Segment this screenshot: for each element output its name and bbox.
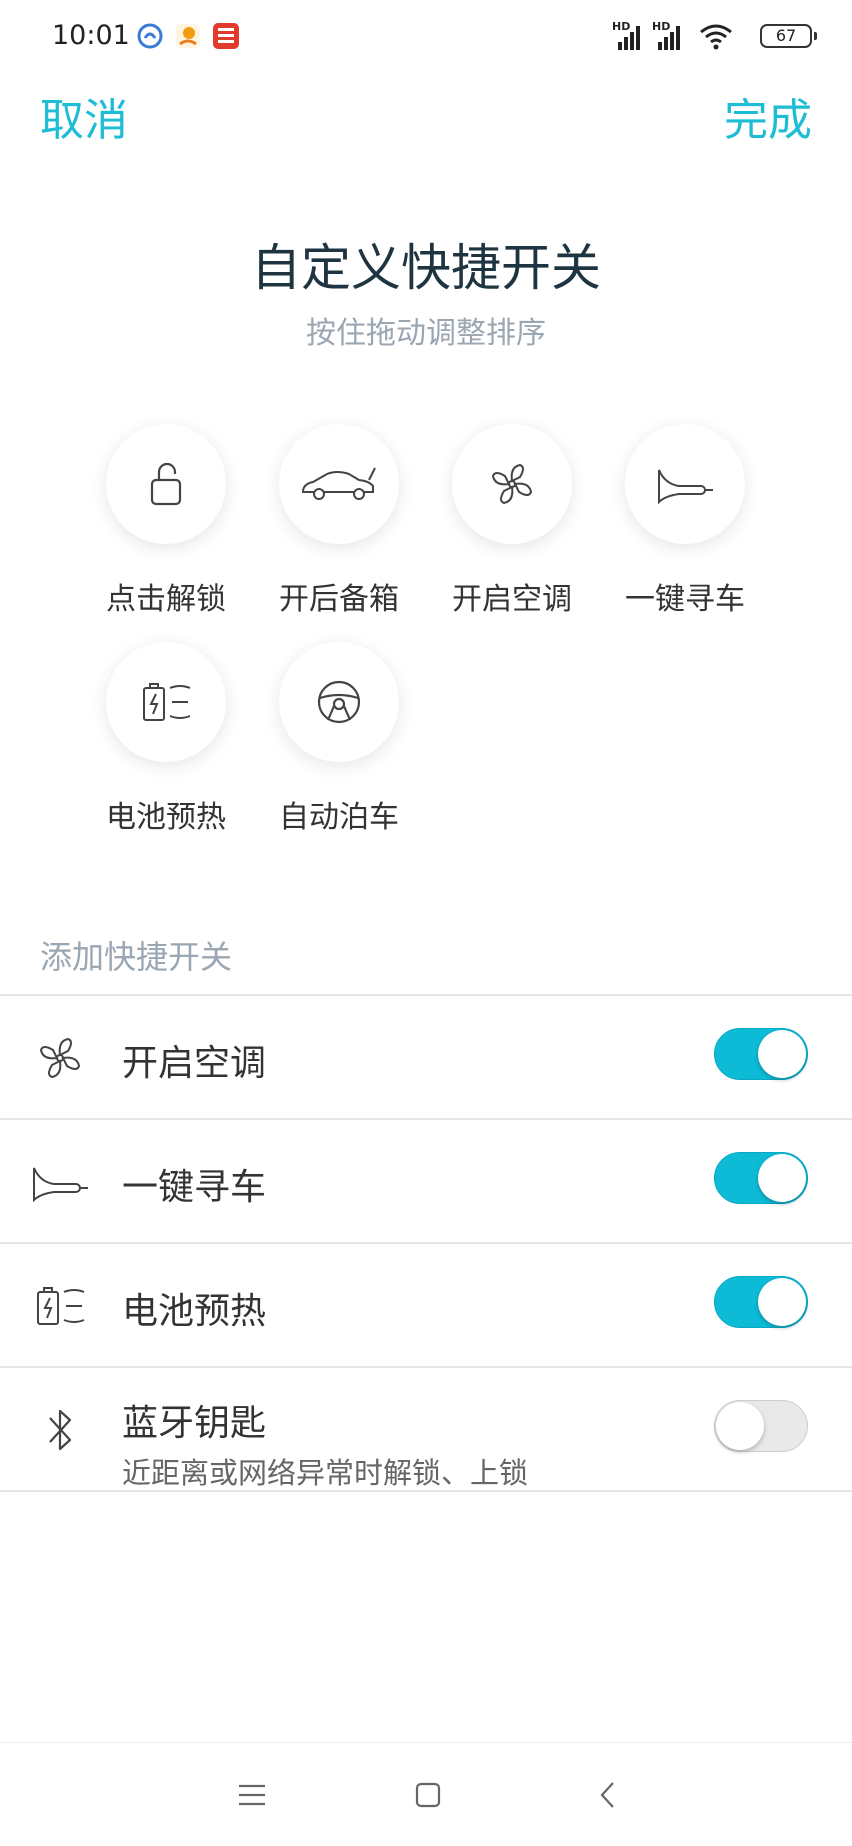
toggle-knob <box>716 1402 764 1450</box>
shortcut-circle[interactable] <box>279 424 399 544</box>
list-item: 开启空调 <box>0 996 852 1120</box>
shortcut-toggle-list: 开启空调 一键寻车 电池预热 蓝牙钥匙 近距离或网络异常时解锁、上锁 <box>0 994 852 1492</box>
menu-icon[interactable] <box>230 1773 274 1817</box>
fan-icon <box>491 463 533 505</box>
cancel-button[interactable]: 取消 <box>40 84 128 148</box>
page-title: 自定义快捷开关 <box>251 239 601 297</box>
toggle-find-car[interactable] <box>714 1152 808 1204</box>
shortcut-circle[interactable] <box>106 642 226 762</box>
list-item-label: 蓝牙钥匙 <box>122 1403 267 1444</box>
list-item-label: 电池预热 <box>122 1291 267 1332</box>
shortcut-tile-unlock[interactable]: 点击解锁 <box>80 424 252 644</box>
done-button[interactable]: 完成 <box>724 84 812 148</box>
home-icon[interactable] <box>406 1773 450 1817</box>
signal-icon: HD <box>652 20 688 52</box>
app-notification-icon <box>136 22 164 50</box>
back-icon[interactable] <box>586 1773 630 1817</box>
list-item: 电池预热 <box>0 1244 852 1368</box>
shortcut-label: 点击解锁 <box>106 582 226 617</box>
shortcut-label: 开后备箱 <box>279 582 399 617</box>
section-title: 添加快捷开关 <box>40 938 233 976</box>
car-trunk-icon <box>301 467 376 500</box>
shortcut-tile-trunk[interactable]: 开后备箱 <box>253 424 425 644</box>
shortcut-label: 电池预热 <box>106 800 226 835</box>
list-item: 蓝牙钥匙 近距离或网络异常时解锁、上锁 <box>0 1368 852 1492</box>
battery-heat-icon <box>143 683 191 721</box>
horn-icon <box>658 469 713 504</box>
toggle-knob <box>758 1154 806 1202</box>
fan-icon <box>28 1026 92 1090</box>
shortcut-tile-find-car[interactable]: 一键寻车 <box>599 424 771 644</box>
wifi-icon <box>698 22 734 52</box>
shortcut-circle[interactable] <box>625 424 745 544</box>
toggle-knob <box>758 1030 806 1078</box>
toggle-knob <box>758 1278 806 1326</box>
shortcut-circle[interactable] <box>452 424 572 544</box>
toggle-battery-heat[interactable] <box>714 1276 808 1328</box>
shortcut-label: 自动泊车 <box>279 800 399 835</box>
shortcut-label: 开启空调 <box>452 582 572 617</box>
status-time: 10:01 <box>52 20 130 51</box>
list-item-label: 开启空调 <box>122 1043 267 1084</box>
signal-icon: HD <box>612 20 648 52</box>
hd-label: HD <box>612 20 631 33</box>
hd-label: HD <box>652 20 671 33</box>
shortcut-circle[interactable] <box>106 424 226 544</box>
system-nav-bar <box>0 1742 852 1846</box>
list-item-label: 一键寻车 <box>122 1167 267 1208</box>
list-item: 一键寻车 <box>0 1120 852 1244</box>
list-item-sublabel: 近距离或网络异常时解锁、上锁 <box>122 1456 529 1490</box>
horn-icon <box>28 1150 92 1214</box>
app-notification-icon <box>212 22 240 50</box>
steering-wheel-icon <box>317 680 361 724</box>
battery-indicator: 67 <box>760 24 817 48</box>
bluetooth-icon <box>28 1398 92 1462</box>
page-subtitle: 按住拖动调整排序 <box>306 316 546 351</box>
toggle-bluetooth-key[interactable] <box>714 1400 808 1452</box>
unlock-icon <box>150 462 182 506</box>
app-notification-icon <box>174 22 202 50</box>
status-bar: 10:01 HD HD 67 <box>0 0 852 76</box>
shortcut-circle[interactable] <box>279 642 399 762</box>
page: 10:01 HD HD 67 取消 完成 自定义快捷开关 按住拖动调整排序 点击… <box>0 0 852 1846</box>
toggle-ac[interactable] <box>714 1028 808 1080</box>
shortcut-tile-battery-heat[interactable]: 电池预热 <box>80 642 252 862</box>
shortcut-tile-ac[interactable]: 开启空调 <box>426 424 598 644</box>
shortcut-label: 一键寻车 <box>625 582 745 617</box>
shortcut-tile-auto-park[interactable]: 自动泊车 <box>253 642 425 862</box>
battery-heat-icon <box>28 1274 92 1338</box>
status-right-group: HD HD 67 <box>612 20 817 52</box>
